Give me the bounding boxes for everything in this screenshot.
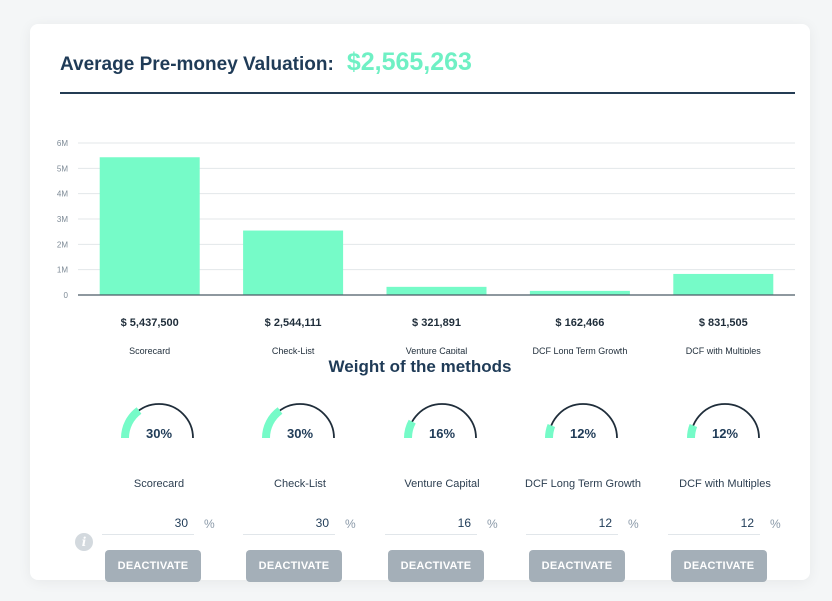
weight-input[interactable]	[668, 512, 760, 535]
bar	[529, 290, 630, 295]
deactivate-button[interactable]: DEACTIVATE	[388, 550, 484, 582]
info-icon[interactable]: i	[75, 533, 93, 551]
bar-value-label: $ 321,891	[412, 317, 461, 329]
bar-value-label: $ 831,505	[699, 317, 748, 329]
deactivate-button[interactable]: DEACTIVATE	[671, 550, 767, 582]
percent-unit-label: %	[204, 516, 215, 531]
gauge-percent-label: 30%	[286, 426, 314, 441]
method-name: Scorecard	[133, 478, 185, 490]
bar	[386, 286, 487, 295]
method-name: Check-List	[274, 478, 326, 490]
weights-title: Weight of the methods	[328, 357, 512, 376]
x-category-label: Scorecard	[129, 346, 170, 354]
bar	[673, 273, 774, 295]
deactivate-button[interactable]: DEACTIVATE	[246, 550, 342, 582]
bar-value-label: $ 162,466	[555, 317, 604, 329]
x-category-label: Check-List	[272, 346, 315, 354]
weight-input[interactable]	[526, 512, 618, 535]
x-category-label: DCF Long Term Growth	[532, 346, 627, 354]
method-weight-item: 16% Venture Capital% DEACTIVATE	[371, 398, 513, 582]
y-tick-label: 6M	[57, 139, 68, 148]
weight-input-row: %	[102, 512, 215, 535]
weight-input[interactable]	[385, 512, 477, 535]
weight-input-row: %	[385, 512, 498, 535]
method-weight-item: 30% Check-List% DEACTIVATE	[229, 398, 371, 582]
percent-unit-label: %	[628, 516, 639, 531]
bar-value-label: $ 5,437,500	[121, 317, 179, 329]
gauge-percent-label: 12%	[569, 426, 597, 441]
percent-unit-label: %	[770, 516, 781, 531]
weight-input[interactable]	[102, 512, 194, 535]
gauge-percent-label: 12%	[711, 426, 739, 441]
valuation-bar-chart: 0 1M 2M 3M 4M 5M 6M $ 5,437,500 Scorecard $ 2,544…	[57, 139, 795, 354]
percent-unit-label: %	[487, 516, 498, 531]
weight-input-row: %	[668, 512, 781, 535]
valuation-card: Average Pre-money Valuation: $2,565,263 …	[30, 24, 810, 582]
weight-input[interactable]	[243, 512, 335, 535]
bar-value-label: $ 2,544,111	[265, 317, 322, 329]
y-tick-label: 3M	[57, 215, 68, 224]
valuation-header: Average Pre-money Valuation: $2,565,263	[60, 48, 472, 76]
bar	[243, 230, 344, 295]
weight-input-row: %	[526, 512, 639, 535]
y-tick-label: 4M	[57, 190, 68, 199]
y-tick-label: 0	[64, 291, 69, 300]
method-weight-item: 12% DCF with Multiples% DEACTIVATE	[654, 398, 796, 582]
method-name: Venture Capital	[404, 478, 480, 490]
valuation-title: Average Pre-money Valuation:	[60, 54, 334, 75]
header-divider	[60, 92, 795, 94]
gauge-percent-label: 16%	[428, 426, 456, 441]
method-weight-item: 30% Scorecard% DEACTIVATE	[88, 398, 230, 582]
method-name: DCF with Multiples	[679, 478, 771, 490]
x-category-label: Venture Capital	[406, 346, 468, 354]
x-category-label: DCF with Multiples	[686, 346, 762, 354]
y-tick-label: 5M	[57, 164, 68, 173]
percent-unit-label: %	[345, 516, 356, 531]
method-weight-item: 12% DCF Long Term Growth% DEACTIVATE	[512, 398, 654, 582]
method-name: DCF Long Term Growth	[525, 478, 641, 490]
y-tick-label: 2M	[57, 240, 68, 249]
gauge-percent-label: 30%	[145, 426, 173, 441]
deactivate-button[interactable]: DEACTIVATE	[105, 550, 201, 582]
weight-input-row: %	[243, 512, 356, 535]
y-tick-label: 1M	[57, 266, 68, 275]
bar	[99, 157, 200, 295]
valuation-amount: $2,565,263	[346, 48, 472, 76]
deactivate-button[interactable]: DEACTIVATE	[529, 550, 625, 582]
